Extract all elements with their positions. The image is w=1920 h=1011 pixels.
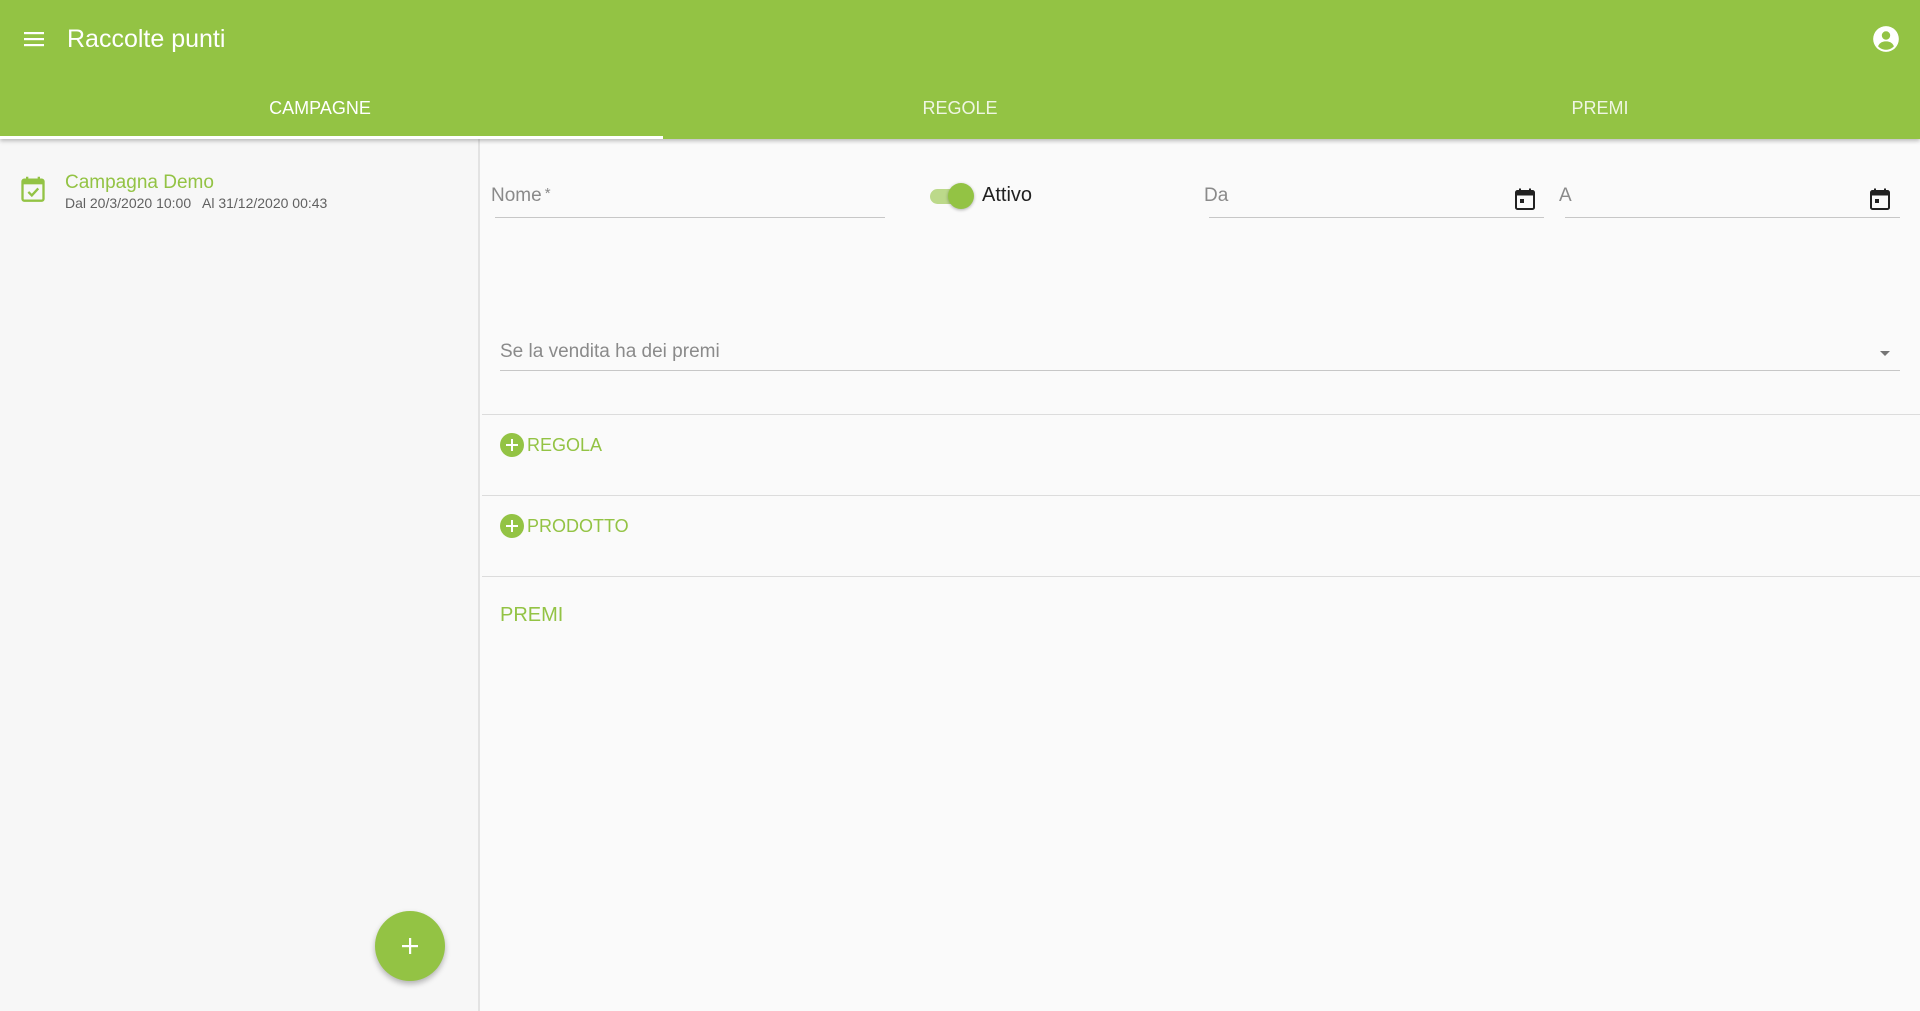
add-regola-button[interactable]: REGOLA [500,433,602,457]
plus-icon [506,520,518,532]
calendar-icon[interactable] [1513,187,1537,211]
a-input[interactable] [1565,182,1900,217]
add-circle-icon [500,514,524,538]
tab-campagne[interactable]: CAMPAGNE [0,78,640,139]
divider [482,576,1920,577]
add-circle-icon [500,433,524,457]
app-title: Raccolte punti [67,25,226,53]
premi-select-label: Se la vendita ha dei premi [500,341,720,362]
plus-icon [506,439,518,451]
divider [482,414,1920,415]
plus-icon [402,938,418,954]
dropdown-arrow-icon [1880,351,1890,356]
add-campaign-button[interactable] [375,911,445,981]
campaign-sidebar: Campagna Demo Dal 20/3/2020 10:00 Al 31/… [0,139,480,1011]
account-circle-icon [1873,26,1899,52]
menu-button[interactable] [16,21,52,57]
app-bar: Raccolte punti CAMPAGNE REGOLE PREMI [0,0,1920,139]
a-date-field[interactable]: A [1559,182,1900,218]
account-button[interactable] [1868,21,1904,57]
tab-regole[interactable]: REGOLE [640,78,1280,139]
attivo-label: Attivo [982,184,1033,206]
campaign-name: Campagna Demo [65,172,214,193]
toolbar: Raccolte punti [0,0,1920,78]
attivo-toggle[interactable] [927,183,975,209]
campaign-form: Nome * Attivo Da A Se la vendita ha dei p… [482,139,1920,1011]
toggle-thumb [948,183,974,209]
nome-field[interactable]: Nome * [491,182,885,218]
tab-bar: CAMPAGNE REGOLE PREMI [0,78,1920,139]
da-input[interactable] [1209,182,1544,217]
add-prodotto-label: PRODOTTO [527,515,629,536]
add-prodotto-button[interactable]: PRODOTTO [500,514,629,538]
active-tab-indicator [0,136,663,139]
divider [482,495,1920,496]
premi-select[interactable]: Se la vendita ha dei premi [500,339,1900,371]
premi-section-title: PREMI [500,604,564,626]
da-date-field[interactable]: Da [1204,182,1544,218]
tab-premi[interactable]: PREMI [1280,78,1920,139]
add-regola-label: REGOLA [527,434,603,455]
campaign-dates: Dal 20/3/2020 10:00 Al 31/12/2020 00:43 [65,195,328,211]
hamburger-menu-icon [24,32,44,47]
nome-input[interactable] [495,182,885,217]
calendar-icon[interactable] [1868,187,1892,211]
calendar-check-icon [21,176,45,202]
